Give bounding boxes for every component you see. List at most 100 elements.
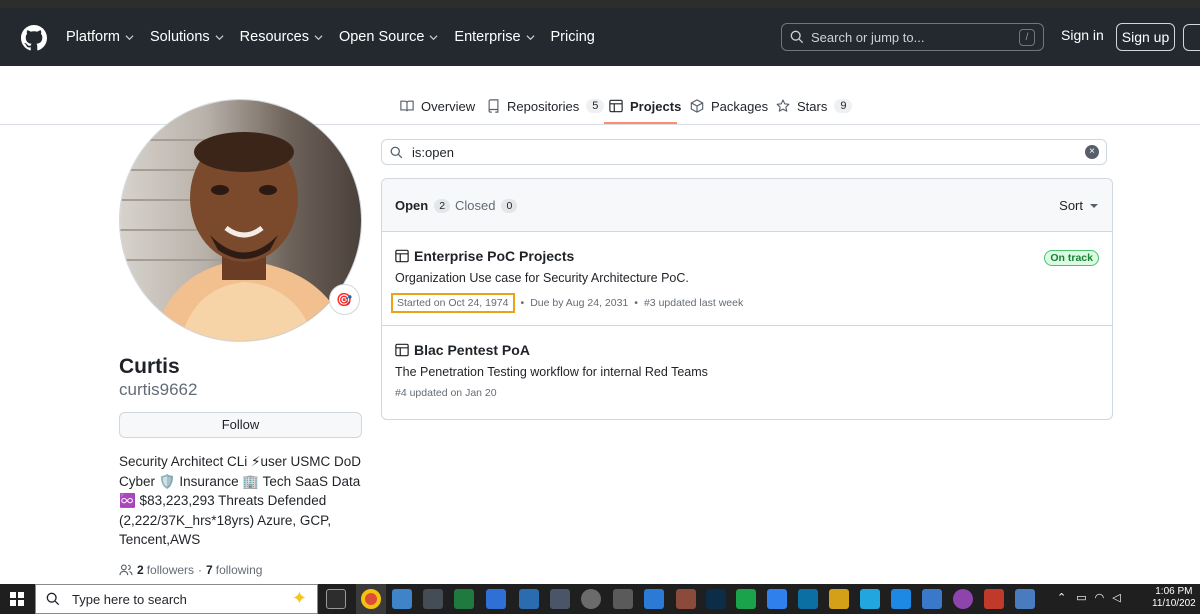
tab-packages[interactable]: Packages (690, 96, 768, 116)
bio-line: Security Architect CLi ⚡user USMC DoD (119, 454, 362, 469)
app-icon[interactable] (486, 589, 506, 609)
volume-icon[interactable]: ◁ (1112, 591, 1120, 604)
clock-date: 11/10/202 (1152, 598, 1196, 609)
sparkle-icon: ✦ (291, 588, 307, 608)
task-view-icon[interactable] (326, 589, 346, 609)
app-icon[interactable] (736, 589, 756, 609)
sort-label: Sort (1059, 198, 1083, 213)
app-icon[interactable] (922, 589, 942, 609)
sign-in-link[interactable]: Sign in (1061, 27, 1104, 43)
system-tray[interactable]: ⌃ ▭ ◠ ◁ (1057, 591, 1121, 604)
nav-label: Solutions (150, 29, 210, 45)
open-filter-tab[interactable]: Open 2 (395, 198, 451, 213)
search-placeholder: Search or jump to... (811, 29, 925, 45)
powershell-icon[interactable] (706, 589, 726, 609)
updated-text: #4 updated on Jan 20 (395, 387, 497, 399)
terminal-icon[interactable] (423, 589, 443, 609)
profile-login: curtis9662 (119, 380, 198, 399)
nav-label: Platform (66, 29, 120, 45)
list-item: Enterprise PoC Projects On track Organiz… (382, 233, 1112, 326)
due-date: Due by Aug 24, 2031 (530, 297, 629, 309)
updated-text: #3 updated last week (643, 297, 744, 309)
clock-time: 1:06 PM (1155, 586, 1193, 597)
star-icon (776, 99, 790, 112)
tab-stars[interactable]: Stars 9 (776, 96, 853, 116)
caret-down-icon (1090, 203, 1098, 208)
status-emoji-button[interactable]: 🎯 (329, 284, 360, 315)
app-icon[interactable] (613, 589, 633, 609)
project-title-link[interactable]: Blac Pentest PoA (395, 342, 530, 358)
project-description: The Penetration Testing workflow for int… (395, 365, 708, 379)
open-label: Open (395, 198, 429, 213)
app-icon[interactable] (953, 589, 973, 609)
wifi-icon[interactable]: ◠ (1095, 591, 1105, 604)
network-icon[interactable]: ▭ (1076, 591, 1086, 604)
nav-resources[interactable]: Resources (240, 29, 323, 45)
tab-label: Stars (797, 98, 828, 114)
sign-up-button[interactable]: Sign up (1116, 23, 1175, 51)
chevron-up-icon[interactable]: ⌃ (1057, 591, 1066, 604)
nav-solutions[interactable]: Solutions (150, 29, 224, 45)
profile-name: Curtis (119, 355, 180, 378)
clear-filter-icon[interactable]: × (1085, 145, 1099, 159)
app-icon[interactable] (676, 589, 696, 609)
tab-label: Projects (630, 98, 682, 114)
tab-projects[interactable]: Projects (609, 96, 681, 116)
tab-label: Repositories (507, 98, 580, 114)
projects-list-header: Open 2 Closed 0 Sort (382, 179, 1112, 232)
book-icon (400, 100, 414, 112)
excel-icon[interactable] (454, 589, 474, 609)
app-icon[interactable] (767, 589, 787, 609)
project-description: Organization Use case for Security Archi… (395, 271, 689, 285)
nav-platform[interactable]: Platform (66, 29, 134, 45)
nav-open-source[interactable]: Open Source (339, 29, 438, 45)
following-label[interactable]: following (216, 563, 263, 577)
followers-count[interactable]: 2 (137, 563, 144, 577)
project-title-link[interactable]: Enterprise PoC Projects (395, 248, 574, 264)
separator-dot: · (198, 563, 203, 577)
follow-button[interactable]: Follow (119, 412, 362, 438)
app-icon[interactable] (392, 589, 412, 609)
chrome-icon[interactable] (361, 589, 381, 609)
avatar[interactable] (119, 99, 362, 342)
list-item: Blac Pentest PoA The Penetration Testing… (382, 327, 1112, 419)
taskbar-clock[interactable]: 1:06 PM 11/10/202 (1152, 586, 1196, 610)
followers-label[interactable]: followers (147, 563, 194, 577)
chevron-down-icon (526, 34, 535, 40)
profile-bio: Security Architect CLi ⚡user USMC DoD Cy… (119, 452, 369, 550)
main-nav: Platform Solutions Resources Open Source… (66, 8, 611, 66)
app-icon[interactable] (984, 589, 1004, 609)
tab-overview[interactable]: Overview (400, 96, 475, 116)
open-count: 2 (434, 198, 451, 213)
people-icon (119, 564, 133, 576)
target-emoji-icon: 🎯 (336, 291, 353, 307)
app-icon[interactable] (1015, 589, 1035, 609)
tab-repositories[interactable]: Repositories 5 (487, 96, 605, 116)
sort-dropdown[interactable]: Sort (1059, 198, 1098, 213)
app-icon[interactable] (829, 589, 849, 609)
app-icon[interactable] (860, 589, 880, 609)
overflow-menu-button[interactable] (1183, 24, 1200, 51)
following-count[interactable]: 7 (206, 563, 213, 577)
folder-icon[interactable] (519, 589, 539, 609)
nav-enterprise[interactable]: Enterprise (454, 29, 535, 45)
projects-list: Open 2 Closed 0 Sort Enterprise PoC Proj… (381, 178, 1113, 420)
windows-start-icon[interactable] (10, 592, 24, 606)
repositories-count: 5 (586, 99, 605, 113)
projects-filter-input[interactable]: is:open × (381, 139, 1107, 165)
app-icon[interactable] (891, 589, 911, 609)
meta-separator: • (634, 297, 638, 309)
follow-stats: 2 followers · 7 following (119, 563, 262, 577)
app-icon[interactable] (798, 589, 818, 609)
github-logo-icon[interactable] (21, 25, 47, 51)
nav-pricing[interactable]: Pricing (551, 29, 595, 45)
site-header: Platform Solutions Resources Open Source… (0, 8, 1200, 66)
closed-filter-tab[interactable]: Closed 0 (455, 198, 518, 213)
store-icon[interactable] (550, 589, 570, 609)
windows-taskbar: Type here to search ✦ ⌃ ▭ ◠ ◁ 1:06 PM 11… (0, 584, 1200, 614)
mail-icon[interactable] (644, 589, 664, 609)
meta-separator: • (520, 297, 525, 309)
settings-gear-icon[interactable] (581, 589, 601, 609)
global-search-input[interactable]: Search or jump to... / (781, 23, 1044, 51)
taskbar-search-input[interactable]: Type here to search ✦ (35, 584, 318, 614)
